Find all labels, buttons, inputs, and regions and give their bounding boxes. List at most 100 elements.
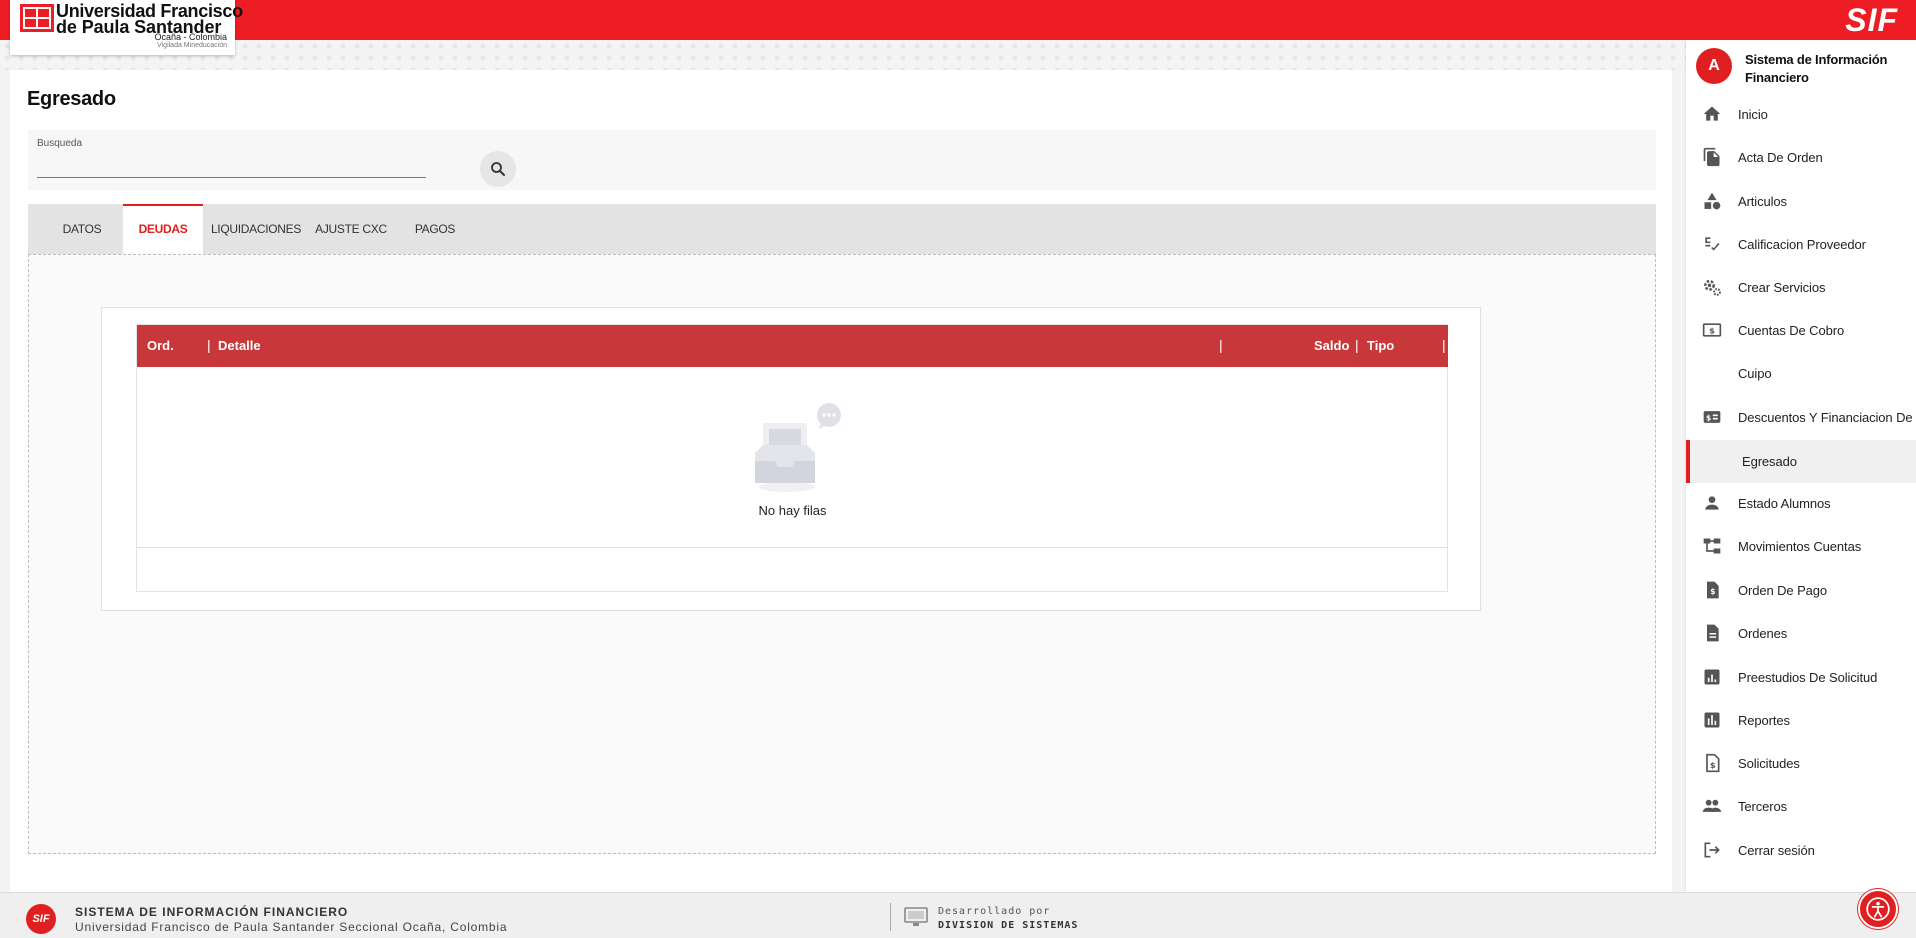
sidebar-item-calificacion-proveedor[interactable]: Calificacion Proveedor: [1686, 224, 1916, 264]
footer-dev-name: DIVISION DE SISTEMAS: [938, 920, 1079, 931]
tab-ajuste-cxc[interactable]: AJUSTE CXC: [310, 204, 392, 254]
search-area: Busqueda: [28, 130, 1656, 190]
column-header-detalle[interactable]: Detalle: [218, 338, 261, 353]
sidebar-item-label: Cerrar sesión: [1738, 842, 1815, 858]
search-input[interactable]: [37, 154, 426, 178]
sidebar-item-orden-de-pago[interactable]: $ Orden De Pago: [1686, 570, 1916, 610]
sidebar-item-label: Calificacion Proveedor: [1738, 236, 1866, 252]
home-icon: [1701, 103, 1723, 125]
file-copy-icon: [1701, 146, 1723, 168]
footer-sif-logo: SIF: [26, 904, 56, 934]
brand-title: SIF: [1845, 2, 1898, 38]
sidebar-item-estado-alumnos[interactable]: Estado Alumnos: [1686, 483, 1916, 523]
sidebar-item-label: Preestudios De Solicitud: [1738, 669, 1878, 685]
debts-table: Ord. | Detalle | Saldo | Tipo | No hay f…: [136, 324, 1448, 592]
description-icon: [1701, 622, 1723, 644]
svg-text:$: $: [1706, 413, 1711, 422]
ufps-logo-icon: [20, 4, 54, 32]
sidebar-item-label: Orden De Pago: [1738, 582, 1828, 598]
money-icon: $: [1701, 319, 1723, 341]
top-bar: [0, 0, 1916, 40]
sidebar-item-acta-de-orden[interactable]: Acta De Orden: [1686, 137, 1916, 177]
tab-deudas[interactable]: DEUDAS: [123, 204, 203, 254]
column-separator[interactable]: |: [1219, 337, 1223, 353]
monitor-icon: [904, 907, 928, 926]
footer: SIF SISTEMA DE INFORMACIÓN FINANCIERO Un…: [0, 892, 1916, 938]
sidebar-item-label: Reportes: [1738, 712, 1790, 728]
svg-text:$: $: [1710, 760, 1716, 770]
sidebar-item-label: Estado Alumnos: [1738, 495, 1831, 511]
column-header-ord[interactable]: Ord.: [147, 338, 174, 353]
sidebar-title: Sistema de Información Financiero: [1745, 52, 1888, 85]
sidebar-item-label: Movimientos Cuentas: [1738, 538, 1862, 554]
accessibility-icon: [1866, 897, 1890, 921]
sidebar-item-label: Ordenes: [1738, 625, 1788, 641]
sidebar-item-ordenes[interactable]: Ordenes: [1686, 613, 1916, 653]
gears-icon: [1701, 276, 1723, 298]
invoice-dollar-icon: $: [1701, 579, 1723, 601]
sidebar-item-articulos[interactable]: Articulos: [1686, 181, 1916, 221]
search-icon: [491, 162, 505, 176]
sidebar-item-label: Crear Servicios: [1738, 279, 1826, 295]
university-logo[interactable]: Universidad Francisco de Paula Santander…: [10, 0, 243, 55]
sidebar-item-label: Egresado: [1742, 454, 1797, 469]
sidebar-item-descuentos[interactable]: $ Descuentos Y Financiacion De: [1686, 397, 1916, 437]
sidebar-item-label: Cuentas De Cobro: [1738, 322, 1845, 338]
rating-check-icon: [1701, 233, 1723, 255]
tab-liquidaciones[interactable]: LIQUIDACIONES: [206, 204, 306, 254]
sidebar-item-reportes[interactable]: Reportes: [1686, 700, 1916, 740]
tab-datos[interactable]: DATOS: [46, 204, 118, 254]
sidebar: A Sistema de Información Financiero Inic…: [1686, 40, 1916, 892]
footer-subtitle: Universidad Francisco de Paula Santander…: [75, 920, 508, 934]
logo-line-4: Vigilada Mineducación: [157, 42, 227, 49]
group-icon: [1701, 795, 1723, 817]
sidebar-item-label: Inicio: [1738, 106, 1768, 122]
tab-pagos[interactable]: PAGOS: [400, 204, 470, 254]
logout-icon: [1701, 839, 1723, 861]
empty-inbox-icon: [755, 403, 841, 492]
column-separator[interactable]: |: [1355, 337, 1359, 353]
tab-panel-deudas: Ord. | Detalle | Saldo | Tipo | No hay f…: [28, 254, 1656, 854]
bar-chart-icon: [1701, 709, 1723, 731]
column-separator[interactable]: |: [1442, 337, 1446, 353]
sidebar-item-solicitudes[interactable]: $ Solicitudes: [1686, 743, 1916, 783]
sidebar-item-egresado[interactable]: Egresado: [1686, 440, 1916, 483]
footer-title: SISTEMA DE INFORMACIÓN FINANCIERO: [75, 905, 349, 919]
table-header: Ord. | Detalle | Saldo | Tipo |: [137, 325, 1448, 367]
sidebar-item-preestudios-de-solicitud[interactable]: Preestudios De Solicitud: [1686, 657, 1916, 697]
sidebar-item-terceros[interactable]: Terceros: [1686, 786, 1916, 826]
sidebar-item-label: Terceros: [1738, 798, 1788, 814]
sidebar-item-inicio[interactable]: Inicio: [1686, 94, 1916, 134]
sidebar-item-movimientos-cuentas[interactable]: Movimientos Cuentas: [1686, 526, 1916, 566]
main-content: Egresado Busqueda DATOS DEUDAS LIQUIDACI…: [10, 70, 1672, 893]
sidebar-item-label: Articulos: [1738, 193, 1787, 209]
svg-text:$: $: [1709, 325, 1715, 335]
search-label: Busqueda: [37, 138, 83, 149]
footer-dev-label: Desarrollado por: [938, 906, 1051, 917]
sidebar-item-label: Cuipo: [1738, 365, 1772, 381]
column-header-tipo[interactable]: Tipo: [1367, 338, 1394, 353]
footer-divider: [890, 903, 891, 931]
table-footer-divider: [137, 547, 1448, 548]
logo-line-3: Ocaña - Colombia: [154, 32, 227, 42]
sidebar-item-label: Acta De Orden: [1738, 149, 1823, 165]
discount-money-icon: $: [1701, 406, 1723, 428]
sidebar-item-cuipo[interactable]: Cuipo: [1686, 353, 1916, 393]
column-header-saldo[interactable]: Saldo: [1314, 338, 1349, 353]
svg-text:$: $: [1710, 587, 1715, 596]
empty-message: No hay filas: [758, 503, 827, 518]
person-icon: [1701, 492, 1723, 514]
tab-bar: DATOS DEUDAS LIQUIDACIONES AJUSTE CXC PA…: [28, 204, 1656, 254]
sidebar-item-crear-servicios[interactable]: Crear Servicios: [1686, 267, 1916, 307]
avatar[interactable]: A: [1696, 48, 1732, 84]
column-separator[interactable]: |: [207, 337, 211, 353]
account-tree-icon: [1701, 535, 1723, 557]
request-quote-icon: $: [1701, 752, 1723, 774]
decorative-dot-pattern: [0, 40, 1916, 70]
sidebar-item-cuentas-de-cobro[interactable]: $ Cuentas De Cobro: [1686, 310, 1916, 350]
debts-card: Ord. | Detalle | Saldo | Tipo | No hay f…: [101, 307, 1481, 611]
sidebar-item-label: Descuentos Y Financiacion De: [1738, 409, 1913, 425]
accessibility-button[interactable]: [1858, 889, 1898, 929]
search-button[interactable]: [480, 151, 516, 187]
sidebar-item-cerrar-sesion[interactable]: Cerrar sesión: [1686, 830, 1916, 870]
